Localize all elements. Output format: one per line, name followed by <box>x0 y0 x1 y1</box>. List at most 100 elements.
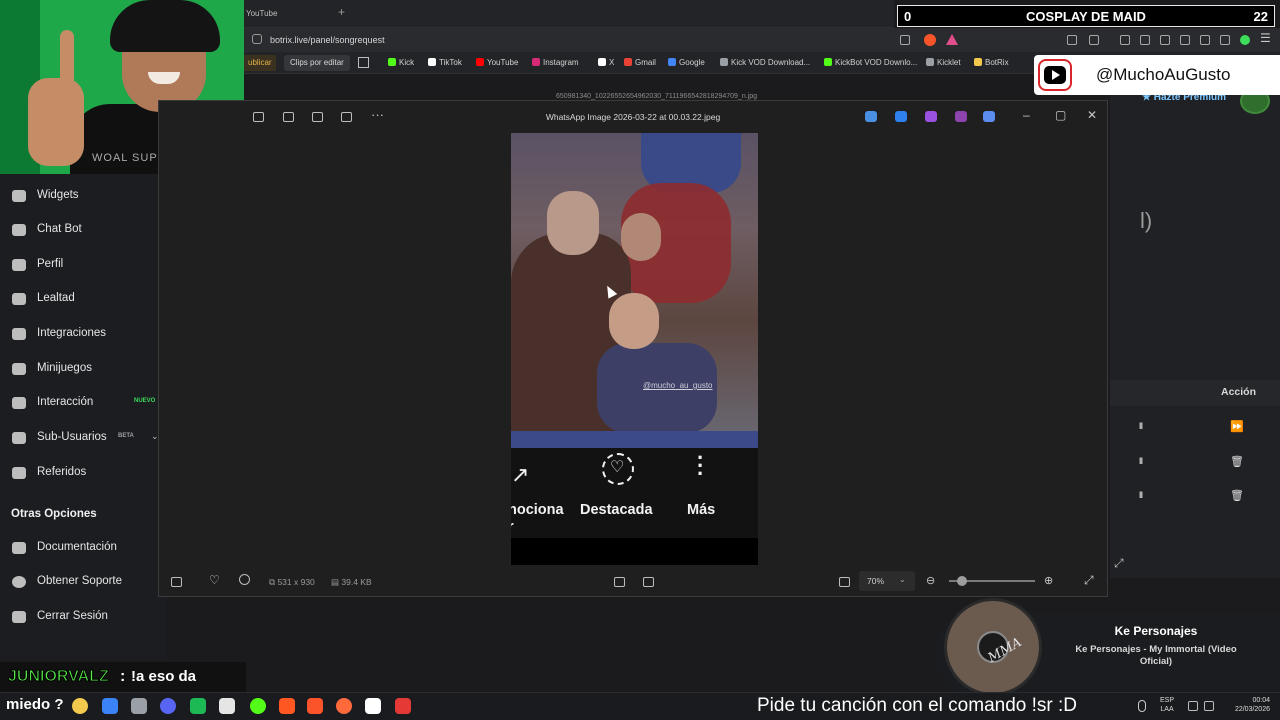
taskbar-app-icon[interactable] <box>336 698 352 714</box>
sidebar-item-minijuegos[interactable]: Minijuegos <box>0 352 166 386</box>
edit-app-icon[interactable] <box>955 111 967 122</box>
bookmark-label: Kick <box>399 58 415 67</box>
bookmark-favicon-icon <box>824 58 832 66</box>
edit-app-icon[interactable] <box>895 111 907 122</box>
sidebar-item-documentacion[interactable]: Documentación <box>0 531 166 565</box>
url-field[interactable]: botrix.live/panel/songrequest <box>270 35 385 45</box>
info-icon[interactable] <box>239 574 250 585</box>
language-indicator[interactable]: ESP LAA <box>1160 696 1174 714</box>
fit-screen-icon[interactable] <box>839 577 850 587</box>
sidebar-item-referidos[interactable]: Referidos <box>0 456 166 490</box>
bookmark-item[interactable]: Google <box>668 58 705 67</box>
sidebar-item-sub-usuarios[interactable]: Sub-Usuarios BETA ⌄ <box>0 421 166 455</box>
close-icon[interactable]: ✕ <box>1087 108 1097 122</box>
favorite-icon[interactable]: ♡ <box>209 573 220 587</box>
sidebar-item-interaccion[interactable]: Interacción NUEVO <box>0 386 166 420</box>
edit-app-icon[interactable] <box>865 111 877 122</box>
sparkle-icon[interactable] <box>1200 35 1210 45</box>
music-icon[interactable] <box>1140 35 1150 45</box>
browser-tab[interactable]: YouTube <box>244 0 334 28</box>
photo-viewer-window: ··· WhatsApp Image 2026-03-22 at 00.03.2… <box>158 100 1108 597</box>
bookmark-item[interactable]: Kick VOD Download... <box>720 58 810 67</box>
maximize-icon[interactable]: ▢ <box>1055 108 1066 122</box>
taskbar-app-icon[interactable] <box>160 698 176 714</box>
bookmark-item[interactable]: Kick <box>388 58 414 67</box>
menu-icon[interactable]: ☰ <box>1260 31 1271 45</box>
document-icon[interactable] <box>1160 35 1170 45</box>
trending-icon: ↗ <box>511 462 530 487</box>
sidebar-item-widgets[interactable]: Widgets <box>0 179 166 213</box>
bookmark-favicon-icon <box>532 58 540 66</box>
delete-icon[interactable]: 🗑 <box>1230 489 1244 502</box>
zoom-out-icon[interactable]: ⊖ <box>926 574 935 587</box>
sidebar-item-label: Perfil <box>37 258 64 270</box>
clips-to-edit-button[interactable]: Clips por editar <box>284 55 350 71</box>
bookmark-item[interactable]: X <box>598 58 614 67</box>
bookmark-icon[interactable] <box>1180 35 1190 45</box>
photo-image[interactable]: @mucho_au_gusto ↗ ♡ ··· nocionar Destaca… <box>511 133 758 565</box>
bookmark-item[interactable]: KickBot VOD Downlo... <box>824 58 917 67</box>
new-tab-button[interactable]: + <box>338 5 345 19</box>
microphone-icon[interactable] <box>1138 700 1146 712</box>
taskbar-app-icon[interactable] <box>102 698 118 714</box>
sidebar-item-perfil[interactable]: Perfil <box>0 248 166 282</box>
taskbar-app-icon[interactable] <box>131 698 147 714</box>
site-info-icon[interactable] <box>252 34 262 44</box>
bookmark-item[interactable]: BotRix <box>974 58 1009 67</box>
brave-shield-icon[interactable] <box>924 34 936 46</box>
taskbar-app-icon[interactable] <box>190 698 206 714</box>
taskbar-app-icon[interactable] <box>250 698 266 714</box>
bookmark-item[interactable]: Kicklet <box>926 58 961 67</box>
sidebar-badge: BETA <box>118 433 134 439</box>
fullscreen-icon[interactable]: ⤢ <box>1084 573 1094 588</box>
bookmark-label: Kick VOD Download... <box>731 58 811 67</box>
adjust-icon[interactable] <box>643 577 654 587</box>
apps-grid-icon[interactable] <box>358 57 369 68</box>
taskbar-app-icon[interactable] <box>279 698 295 714</box>
bookmark-item[interactable]: TikTok <box>428 58 462 67</box>
bookmark-item[interactable]: YouTube <box>476 58 518 67</box>
skip-icon[interactable]: ⏩ <box>1230 420 1244 433</box>
edit-app-icon[interactable] <box>925 111 937 122</box>
taskbar-app-icon[interactable] <box>307 698 323 714</box>
taskbar-app-icon[interactable] <box>395 698 411 714</box>
sidebar-item-obtener-soporte[interactable]: Obtener Soporte <box>0 565 166 599</box>
sidebar-item-cerrar-sesion[interactable]: Cerrar Sesión <box>0 600 166 634</box>
network-icon[interactable] <box>1188 701 1198 711</box>
extensions-icon[interactable] <box>1067 35 1077 45</box>
bookmark-label: TikTok <box>439 58 462 67</box>
edit-app-icon[interactable] <box>983 111 995 122</box>
bookmark-item[interactable]: Gmail <box>624 58 656 67</box>
photo-face <box>621 213 661 261</box>
reading-mode-icon[interactable] <box>1089 35 1099 45</box>
filmstrip-icon[interactable] <box>171 577 182 587</box>
vpn-icon[interactable] <box>1220 35 1230 45</box>
taskbar-app-icon[interactable] <box>219 698 235 714</box>
heart-icon: ♡ <box>610 459 625 476</box>
taskbar-app-icon[interactable] <box>72 698 88 714</box>
sidebar-item-lealtad[interactable]: Lealtad <box>0 282 166 316</box>
brave-rewards-icon[interactable] <box>946 34 958 45</box>
clock[interactable]: 00:04 22/03/2026 <box>1226 696 1270 714</box>
delete-icon[interactable]: 🗑 <box>1230 455 1244 468</box>
profile-icon[interactable] <box>1240 35 1250 45</box>
crop-icon[interactable] <box>614 577 625 587</box>
publish-button[interactable]: ublicar <box>244 55 276 71</box>
taskbar-app-icon[interactable] <box>365 698 381 714</box>
minimize-icon[interactable]: – <box>1023 108 1030 122</box>
download-icon[interactable] <box>1120 35 1130 45</box>
bookmark-favicon-icon <box>974 58 982 66</box>
share-icon[interactable] <box>900 35 910 45</box>
bookmark-label: Google <box>679 58 705 67</box>
zoom-in-icon[interactable]: ⊕ <box>1044 574 1053 587</box>
clock-time: 00:04 <box>1252 697 1270 704</box>
sidebar-item-integraciones[interactable]: Integraciones <box>0 317 166 351</box>
bookmark-item[interactable]: Instagram <box>532 58 579 67</box>
queue-row-bars: lll <box>1139 421 1143 431</box>
trophy-icon <box>12 293 26 305</box>
zoom-select[interactable]: 70% ⌄ <box>859 571 915 591</box>
sidebar-item-chat-bot[interactable]: Chat Bot <box>0 213 166 247</box>
expand-icon[interactable]: ⤢ <box>1114 556 1124 571</box>
volume-icon[interactable] <box>1204 701 1214 711</box>
zoom-slider-thumb[interactable] <box>957 576 967 586</box>
